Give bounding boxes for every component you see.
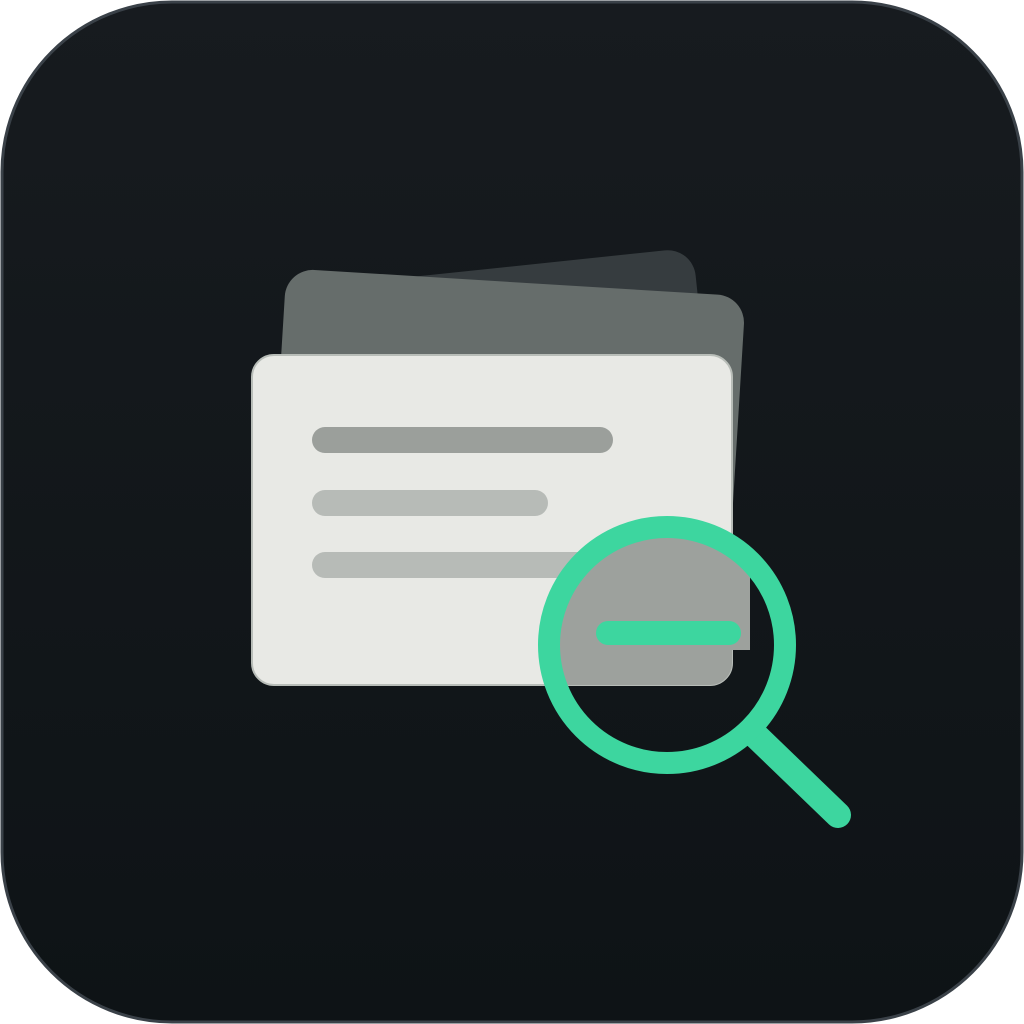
zoom-out-cards-icon (0, 0, 1024, 1024)
app-icon (0, 0, 1024, 1024)
